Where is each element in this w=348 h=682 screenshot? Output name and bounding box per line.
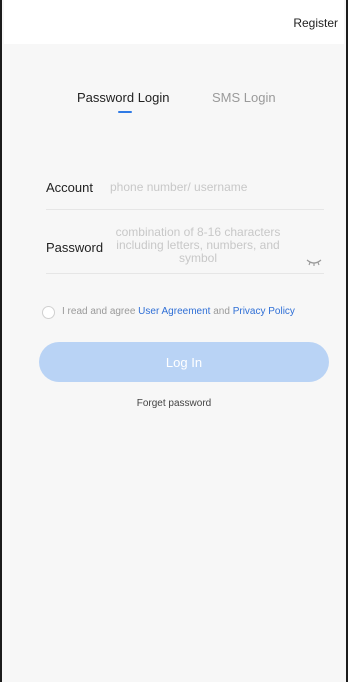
agreement-checkbox[interactable]: [42, 306, 55, 319]
register-link[interactable]: Register: [293, 16, 338, 30]
forget-password-link[interactable]: Forget password: [2, 398, 346, 409]
user-agreement-link[interactable]: User Agreement: [138, 306, 210, 317]
active-tab-indicator: [118, 111, 132, 113]
password-field-row: Password: [46, 220, 324, 274]
agreement-prefix: I read and agree: [62, 306, 136, 317]
app-screen: Register Password Login SMS Login Accoun…: [0, 0, 348, 682]
eye-closed-icon[interactable]: [306, 254, 322, 266]
login-button[interactable]: Log In: [39, 342, 329, 382]
agreement-text: I read and agree User Agreement and Priv…: [62, 306, 295, 317]
account-field-row: Account: [46, 170, 324, 210]
login-tabs: Password Login SMS Login: [4, 90, 344, 120]
tab-password-login[interactable]: Password Login: [77, 90, 170, 105]
tab-sms-login[interactable]: SMS Login: [212, 90, 276, 105]
top-bar: Register: [4, 0, 344, 44]
password-input[interactable]: [110, 226, 286, 268]
account-input[interactable]: [110, 179, 310, 195]
privacy-policy-link[interactable]: Privacy Policy: [233, 306, 295, 317]
account-label: Account: [46, 180, 93, 195]
agreement-and: and: [213, 306, 230, 317]
password-label: Password: [46, 240, 104, 255]
